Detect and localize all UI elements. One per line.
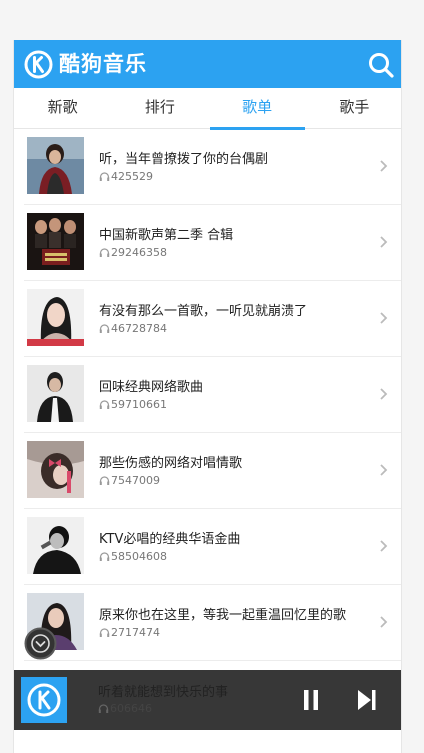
mini-player[interactable]: 听着就能想到快乐的事 606646: [14, 670, 401, 730]
headphone-icon: [99, 400, 110, 409]
playlist-cover: [27, 289, 84, 346]
now-playing-count: 606646: [98, 702, 152, 715]
playlist-cover: [27, 365, 84, 422]
playlist-item[interactable]: 听，当年曾撩拨了你的台偶剧 425529: [24, 129, 401, 205]
chevron-right-icon: [380, 616, 388, 628]
playlist-title: KTV必唱的经典华语金曲: [99, 532, 241, 547]
pause-icon[interactable]: [303, 689, 319, 711]
player-cover[interactable]: [21, 677, 67, 723]
playlist-item[interactable]: 原来你也在这里，等我一起重温回忆里的歌 2717474: [24, 585, 401, 661]
category-tabs: 新歌 排行 歌单 歌手: [14, 88, 401, 130]
tab-singers[interactable]: 歌手: [306, 88, 401, 128]
tab-new-songs[interactable]: 新歌: [14, 88, 111, 128]
playlist-cover: [27, 213, 84, 270]
app-header: 酷狗音乐: [14, 40, 401, 88]
now-playing-title: 听着就能想到快乐的事: [98, 685, 229, 700]
search-icon[interactable]: [367, 51, 395, 79]
playlist-title: 回味经典网络歌曲: [99, 380, 204, 395]
playlist-list: 听，当年曾撩拨了你的台偶剧 425529 中国新歌声第二季 合辑 2924635…: [14, 129, 401, 661]
chevron-right-icon: [380, 236, 388, 248]
chevron-right-icon: [380, 312, 388, 324]
next-icon[interactable]: [357, 689, 377, 711]
play-count-value: 7547009: [111, 474, 160, 487]
chevron-right-icon: [380, 464, 388, 476]
playlist-title: 那些伤感的网络对唱情歌: [99, 456, 243, 471]
playlist-item[interactable]: 中国新歌声第二季 合辑 29246358: [24, 205, 401, 281]
kugou-logo-icon[interactable]: [24, 50, 53, 79]
play-count-value: 58504608: [111, 550, 167, 563]
headphone-icon: [99, 248, 110, 257]
tab-rankings[interactable]: 排行: [111, 88, 208, 128]
play-count: 59710661: [99, 398, 167, 411]
app-container: 酷狗音乐 新歌 排行 歌单 歌手 听，当年曾撩拨了你的台偶剧 425529 中国…: [13, 40, 402, 753]
play-count: 29246358: [99, 246, 167, 259]
playlist-cover: [27, 441, 84, 498]
now-playing-count-value: 606646: [110, 702, 152, 715]
play-count: 46728784: [99, 322, 167, 335]
play-count: 7547009: [99, 474, 160, 487]
playlist-cover: [27, 137, 84, 194]
playlist-item[interactable]: KTV必唱的经典华语金曲 58504608: [24, 509, 401, 585]
headphone-icon: [98, 704, 109, 713]
chevron-right-icon: [380, 388, 388, 400]
chevron-right-icon: [380, 540, 388, 552]
play-count-value: 29246358: [111, 246, 167, 259]
app-name: 酷狗音乐: [59, 52, 147, 76]
playlist-title: 原来你也在这里，等我一起重温回忆里的歌: [99, 608, 347, 623]
play-count-value: 425529: [111, 170, 153, 183]
playlist-title: 中国新歌声第二季 合辑: [99, 228, 234, 243]
playlist-cover: [27, 517, 84, 574]
play-count-value: 46728784: [111, 322, 167, 335]
scroll-down-icon[interactable]: [24, 627, 57, 660]
play-count: 425529: [99, 170, 153, 183]
playlist-item[interactable]: 那些伤感的网络对唱情歌 7547009: [24, 433, 401, 509]
headphone-icon: [99, 476, 110, 485]
chevron-right-icon: [380, 160, 388, 172]
play-count: 2717474: [99, 626, 160, 639]
tab-playlists[interactable]: 歌单: [209, 88, 306, 130]
headphone-icon: [99, 172, 110, 181]
play-count-value: 2717474: [111, 626, 160, 639]
headphone-icon: [99, 324, 110, 333]
playlist-title: 有没有那么一首歌，一听见就崩溃了: [99, 304, 308, 319]
play-count: 58504608: [99, 550, 167, 563]
headphone-icon: [99, 628, 110, 637]
playlist-item[interactable]: 回味经典网络歌曲 59710661: [24, 357, 401, 433]
playlist-item[interactable]: 有没有那么一首歌，一听见就崩溃了 46728784: [24, 281, 401, 357]
play-count-value: 59710661: [111, 398, 167, 411]
playlist-title: 听，当年曾撩拨了你的台偶剧: [99, 152, 269, 167]
headphone-icon: [99, 552, 110, 561]
